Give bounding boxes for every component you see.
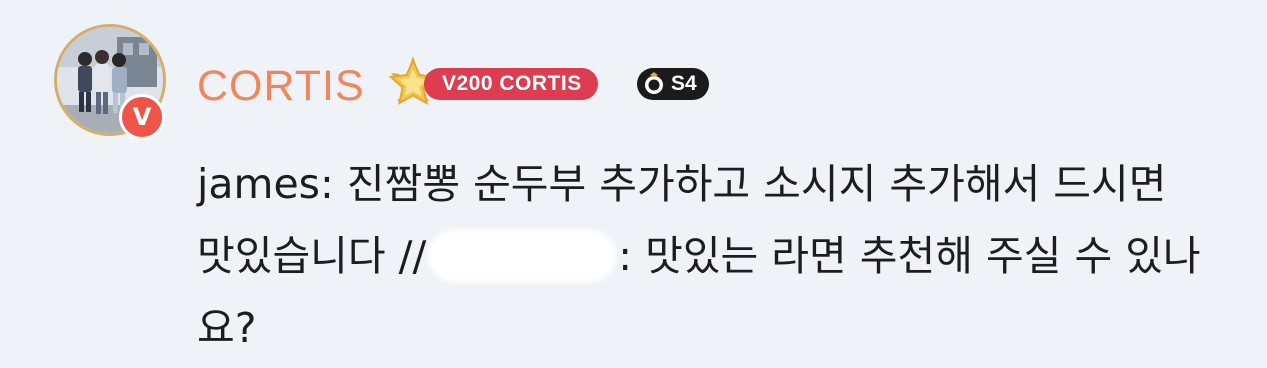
verified-badge: V [119,94,165,140]
season-badge-label: S4 [671,72,697,95]
level-badge: V200 CORTIS [424,68,598,100]
season-badge: S4 [637,68,709,100]
username[interactable]: CORTIS [197,58,365,114]
redacted-name [432,234,613,278]
verified-badge-label: V [132,103,152,131]
chat-message: james: 진짬뽕 순두부 추가하고 소시지 추가해서 드시면 맛있습니다 /… [197,148,1207,364]
ring-icon [645,72,663,94]
